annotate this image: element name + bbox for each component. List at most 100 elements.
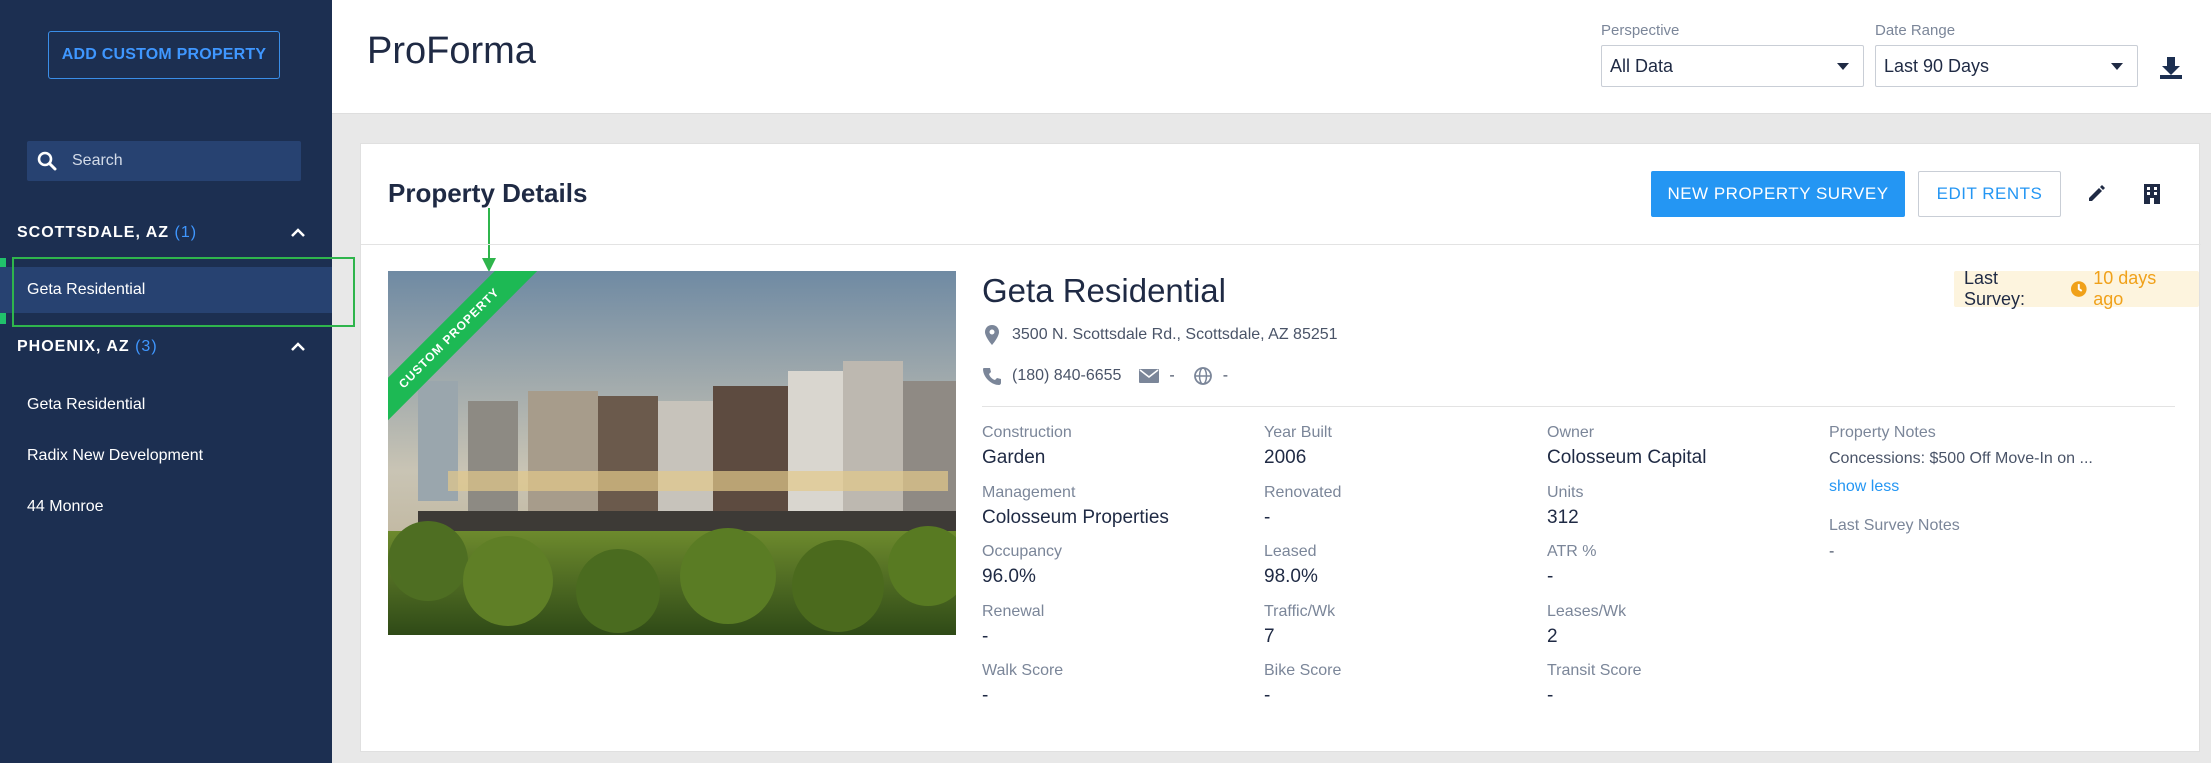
card-title: Property Details bbox=[388, 178, 588, 208]
property-email: - bbox=[1169, 367, 1175, 384]
stat-value: 2 bbox=[1547, 626, 1558, 647]
dropdown-caret-icon bbox=[1837, 62, 1849, 70]
stat-label: Owner bbox=[1547, 424, 1595, 441]
chevron-up-icon bbox=[291, 228, 305, 237]
sidebar-item-label: 44 Monroe bbox=[27, 498, 104, 515]
perspective-value: All Data bbox=[1610, 55, 1674, 76]
search-input[interactable]: Search bbox=[27, 141, 301, 181]
property-address: 3500 N. Scottsdale Rd., Scottsdale, AZ 8… bbox=[1012, 326, 1338, 343]
stat-bike-score: Bike Score - bbox=[1264, 662, 1341, 707]
stat-value: 2006 bbox=[1264, 447, 1307, 468]
sidebar-item-label: Radix New Development bbox=[27, 447, 204, 464]
stat-label: Year Built bbox=[1264, 424, 1332, 441]
contact-row: (180) 840-6655 - - bbox=[982, 366, 1246, 386]
stat-value: 98.0% bbox=[1264, 566, 1318, 587]
stat-value: - bbox=[1264, 507, 1271, 528]
add-custom-property-button[interactable]: ADD CUSTOM PROPERTY bbox=[48, 31, 280, 79]
sidebar-item-radix-new-development[interactable]: Radix New Development bbox=[0, 433, 332, 479]
sidebar-item-label: Geta Residential bbox=[27, 281, 146, 298]
stat-label: Traffic/Wk bbox=[1264, 603, 1336, 620]
perspective-label: Perspective bbox=[1601, 22, 1680, 39]
stat-value: Colosseum Properties bbox=[982, 507, 1169, 528]
stat-renovated: Renovated - bbox=[1264, 484, 1341, 529]
stat-value: - bbox=[982, 626, 989, 647]
stat-occupancy: Occupancy 96.0% bbox=[982, 543, 1062, 588]
stat-transit-score: Transit Score - bbox=[1547, 662, 1642, 707]
stat-value: 7 bbox=[1264, 626, 1275, 647]
stat-atr: ATR % - bbox=[1547, 543, 1596, 588]
stat-value: 312 bbox=[1547, 507, 1579, 528]
stat-value: - bbox=[1264, 685, 1271, 706]
stat-value: - bbox=[1547, 685, 1554, 706]
date-range-label: Date Range bbox=[1875, 22, 1956, 39]
stat-renewal: Renewal - bbox=[982, 603, 1044, 648]
sidebar-item-44-monroe[interactable]: 44 Monroe bbox=[0, 484, 332, 530]
notes-text: - bbox=[1829, 543, 1835, 560]
property-name: Geta Residential bbox=[982, 272, 1226, 309]
info-divider bbox=[982, 406, 2175, 407]
stat-owner: Owner Colosseum Capital bbox=[1547, 424, 1706, 469]
stat-year-built: Year Built 2006 bbox=[1264, 424, 1332, 469]
stat-value: - bbox=[982, 685, 989, 706]
stat-label: Walk Score bbox=[982, 662, 1064, 679]
card-divider bbox=[361, 244, 2201, 245]
dropdown-caret-icon bbox=[2111, 62, 2123, 70]
sidebar-item-label: Geta Residential bbox=[27, 396, 146, 413]
stat-label: Units bbox=[1547, 484, 1584, 501]
top-bar: ProForma Perspective All Data Date Range… bbox=[332, 0, 2211, 114]
property-photo: CUSTOM PROPERTY bbox=[388, 271, 956, 635]
stat-value: Garden bbox=[982, 447, 1046, 468]
stat-construction: Construction Garden bbox=[982, 424, 1072, 469]
search-icon bbox=[27, 141, 67, 181]
stat-label: Construction bbox=[982, 424, 1072, 441]
email-icon bbox=[1139, 366, 1160, 386]
stat-label: Leases/Wk bbox=[1547, 603, 1627, 620]
group-count: (1) bbox=[174, 224, 198, 241]
stat-management: Management Colosseum Properties bbox=[982, 484, 1169, 529]
location-pin-icon bbox=[982, 325, 1002, 345]
group-header-phoenix[interactable]: PHOENIX, AZ (3) bbox=[0, 327, 332, 367]
edit-pencil-icon[interactable] bbox=[2081, 179, 2111, 209]
notes-label: Property Notes bbox=[1829, 424, 1936, 441]
last-survey-label: Last Survey: bbox=[1964, 268, 2026, 309]
property-website: - bbox=[1222, 367, 1229, 384]
stat-label: Bike Score bbox=[1264, 662, 1342, 679]
property-notes: Property Notes Concessions: $500 Off Mov… bbox=[1829, 424, 2129, 496]
building-icon[interactable] bbox=[2137, 179, 2167, 209]
sidebar-item-geta-residential-phoenix[interactable]: Geta Residential bbox=[0, 382, 332, 428]
globe-icon bbox=[1193, 366, 1213, 386]
stat-value: 96.0% bbox=[982, 566, 1036, 587]
notes-text: Concessions: $500 Off Move-In on ... bbox=[1829, 450, 2093, 467]
arrow-annotation-icon bbox=[482, 208, 496, 272]
property-details-card: Property Details NEW PROPERTY SURVEY EDI… bbox=[360, 143, 2201, 752]
last-survey-badge: Last Survey: 10 days ago bbox=[1954, 268, 2199, 309]
stat-value: Colosseum Capital bbox=[1547, 447, 1707, 468]
new-property-survey-button[interactable]: NEW PROPERTY SURVEY bbox=[1651, 171, 1905, 217]
edit-rents-button[interactable]: EDIT RENTS bbox=[1918, 171, 2061, 217]
last-survey-notes: Last Survey Notes - bbox=[1829, 517, 1960, 561]
stat-label: Renovated bbox=[1264, 484, 1342, 501]
group-name: SCOTTSDALE, AZ bbox=[17, 224, 170, 241]
page-title: ProForma bbox=[367, 30, 536, 72]
download-icon[interactable] bbox=[2158, 55, 2184, 81]
address-row: 3500 N. Scottsdale Rd., Scottsdale, AZ 8… bbox=[982, 325, 1338, 345]
phone-icon bbox=[982, 366, 1002, 386]
stat-label: Occupancy bbox=[982, 543, 1063, 560]
stat-label: Renewal bbox=[982, 603, 1045, 620]
property-phone: (180) 840-6655 bbox=[1012, 367, 1122, 384]
stat-leases: Leases/Wk 2 bbox=[1547, 603, 1626, 648]
stat-value: - bbox=[1547, 566, 1554, 587]
group-count: (3) bbox=[135, 338, 158, 355]
date-range-value: Last 90 Days bbox=[1884, 55, 1990, 76]
group-header-scottsdale[interactable]: SCOTTSDALE, AZ (1) bbox=[0, 213, 332, 253]
stat-label: Leased bbox=[1264, 543, 1317, 560]
date-range-select[interactable]: Last 90 Days bbox=[1875, 45, 2138, 87]
group-name: PHOENIX, AZ bbox=[17, 338, 130, 355]
stat-leased: Leased 98.0% bbox=[1264, 543, 1318, 588]
perspective-select[interactable]: All Data bbox=[1601, 45, 1864, 87]
sidebar-item-geta-residential-scottsdale[interactable]: Geta Residential bbox=[0, 267, 332, 313]
stat-units: Units 312 bbox=[1547, 484, 1583, 529]
sidebar: ADD CUSTOM PROPERTY Search SCOTTSDALE, A… bbox=[0, 0, 332, 763]
stat-label: Transit Score bbox=[1547, 662, 1642, 679]
show-less-link[interactable]: show less bbox=[1829, 478, 1899, 496]
